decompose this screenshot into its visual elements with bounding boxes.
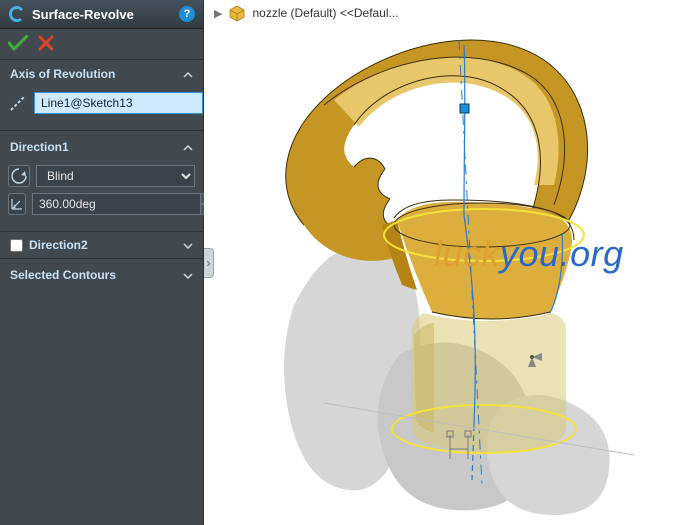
help-icon[interactable]: ? (179, 6, 195, 22)
section-body-direction1: Blind ▲ ▼ (0, 161, 203, 229)
section-title-direction2: Direction2 (29, 238, 88, 252)
section-title-direction1: Direction1 (10, 140, 69, 154)
chevron-up-icon (183, 142, 193, 152)
section-header-direction2[interactable]: Direction2 (0, 234, 203, 256)
reverse-direction-icon[interactable] (8, 165, 30, 187)
graphics-viewport[interactable]: ▶ nozzle (Default) <<Defaul... (204, 0, 700, 525)
feature-header: Surface-Revolve ? (0, 0, 203, 29)
chevron-up-icon (183, 69, 193, 79)
section-title-contours: Selected Contours (10, 268, 116, 282)
direction1-angle-input[interactable] (32, 193, 201, 215)
surface-revolve-icon (8, 5, 26, 23)
direction2-checkbox[interactable] (10, 239, 23, 252)
property-manager-panel: Surface-Revolve ? Axis of Revolution Dir… (0, 0, 204, 525)
divider (0, 130, 203, 131)
sketch-endpoint-handle[interactable] (460, 104, 469, 113)
divider (0, 258, 203, 259)
axis-selection-input[interactable] (34, 92, 203, 114)
direction1-type-dropdown[interactable]: Blind (36, 165, 195, 187)
chevron-down-icon (183, 270, 193, 280)
divider (0, 231, 203, 232)
feature-title: Surface-Revolve (32, 7, 179, 22)
panel-splitter-handle[interactable] (204, 248, 214, 278)
angle-icon[interactable] (8, 193, 26, 215)
section-header-contours[interactable]: Selected Contours (0, 261, 203, 289)
model-canvas (214, 5, 700, 525)
section-header-direction1[interactable]: Direction1 (0, 133, 203, 161)
chevron-down-icon (183, 240, 193, 250)
axis-line-icon[interactable] (8, 92, 28, 114)
cancel-button[interactable] (38, 35, 54, 51)
section-header-axis[interactable]: Axis of Revolution (0, 60, 203, 88)
confirm-row (0, 29, 203, 60)
ok-button[interactable] (8, 35, 28, 51)
section-body-axis (0, 88, 203, 128)
section-title-axis: Axis of Revolution (10, 67, 115, 81)
